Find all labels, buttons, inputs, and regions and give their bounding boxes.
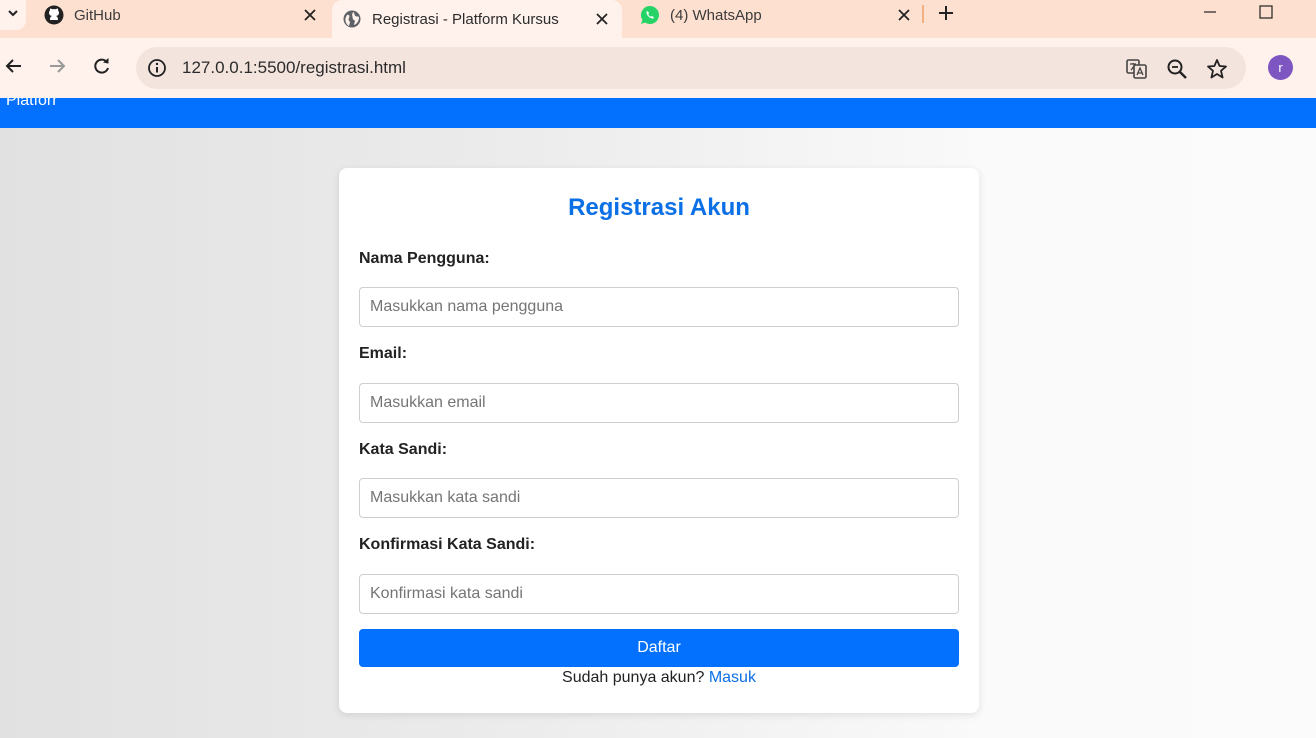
password-label: Kata Sandi:	[359, 441, 448, 458]
register-button[interactable]: Daftar	[359, 629, 959, 667]
tab-search-button[interactable]	[0, 0, 26, 30]
close-icon[interactable]	[594, 11, 610, 27]
brand-logo-text[interactable]: Platforr	[6, 98, 58, 110]
whatsapp-icon	[640, 5, 660, 25]
profile-avatar[interactable]: r	[1268, 55, 1293, 80]
new-tab-button[interactable]	[936, 5, 956, 25]
minimize-icon	[1203, 5, 1217, 24]
maximize-icon	[1259, 4, 1273, 24]
chevron-down-icon	[7, 6, 19, 24]
tab-divider	[922, 5, 924, 23]
translate-icon[interactable]	[1125, 57, 1149, 81]
zoom-icon[interactable]	[1165, 57, 1189, 81]
tab-title: (4) WhatsApp	[670, 6, 762, 24]
confirm-password-input[interactable]	[359, 574, 959, 614]
plus-icon	[938, 5, 954, 26]
email-input[interactable]	[359, 383, 959, 423]
maximize-button[interactable]	[1258, 4, 1274, 24]
tab-title: Registrasi - Platform Kursus	[372, 10, 559, 28]
tab-strip: GitHub Registrasi - Platform Kursus (4) …	[0, 0, 1316, 38]
login-link[interactable]: Masuk	[709, 669, 756, 686]
app-header: Platforr	[0, 98, 1316, 128]
tab-whatsapp[interactable]: (4) WhatsApp	[640, 0, 912, 30]
close-icon[interactable]	[302, 7, 318, 23]
back-button[interactable]	[0, 54, 28, 82]
address-bar[interactable]: 127.0.0.1:5500/registrasi.html	[136, 47, 1246, 89]
forward-button[interactable]	[43, 54, 71, 82]
bookmark-star-icon[interactable]	[1205, 57, 1229, 81]
tab-registrasi[interactable]: Registrasi - Platform Kursus	[332, 0, 622, 38]
login-prompt: Sudah punya akun? Masuk	[339, 669, 979, 687]
site-info-icon[interactable]	[146, 57, 168, 79]
globe-icon	[342, 9, 362, 29]
username-label: Nama Pengguna:	[359, 250, 490, 267]
password-input[interactable]	[359, 478, 959, 518]
arrow-right-icon	[47, 56, 67, 81]
browser-toolbar: 127.0.0.1:5500/registrasi.html r	[0, 38, 1316, 98]
minimize-button[interactable]	[1202, 6, 1218, 22]
reload-icon	[92, 56, 112, 81]
username-input[interactable]	[359, 287, 959, 327]
url-text[interactable]: 127.0.0.1:5500/registrasi.html	[182, 58, 406, 78]
registration-card: Registrasi Akun Nama Pengguna: Email: Ka…	[339, 168, 979, 713]
form-title: Registrasi Akun	[568, 194, 750, 221]
login-prompt-text: Sudah punya akun?	[562, 669, 705, 686]
arrow-left-icon	[4, 56, 24, 81]
reload-button[interactable]	[88, 54, 116, 82]
email-label: Email:	[359, 345, 408, 362]
page-content: Platforr Registrasi Akun Nama Pengguna: …	[0, 98, 1316, 738]
confirm-password-label: Konfirmasi Kata Sandi:	[359, 536, 536, 553]
tab-github[interactable]: GitHub	[44, 0, 318, 30]
github-icon	[44, 5, 64, 25]
tab-title: GitHub	[74, 6, 121, 24]
close-icon[interactable]	[896, 7, 912, 23]
